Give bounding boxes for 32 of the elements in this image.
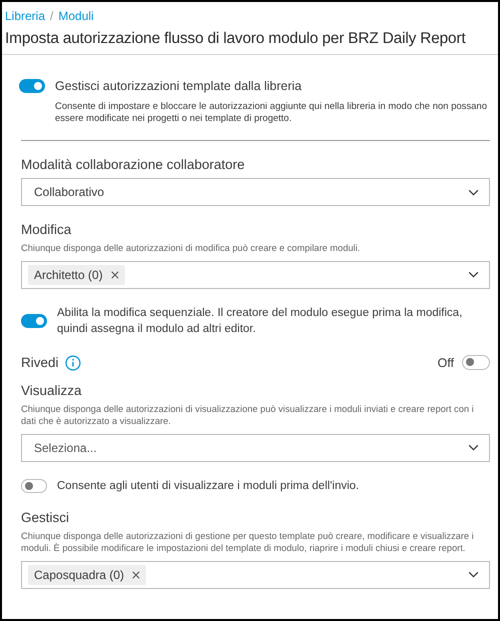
chevron-down-icon xyxy=(468,271,479,278)
section-label: Visualizza xyxy=(21,382,83,398)
page-title: Imposta autorizzazione flusso di lavoro modulo per BRZ Daily Report xyxy=(5,30,466,48)
dropdown-field[interactable]: Seleziona... xyxy=(21,434,490,462)
switch-state-text: Off xyxy=(438,356,454,370)
section-hint: Chiunque disponga delle autorizzazioni di gestione per questo template può creare, modificare e visualizzare i moduli. È possibile modificare le impostazioni del template di modulo, riaprire i moduli chiusi e creare report. xyxy=(21,530,475,554)
chevron-down-icon xyxy=(468,188,479,196)
toggle-label: Consente agli utenti di visualizzare i moduli prima dell'invio. xyxy=(57,478,359,494)
section-label: Modifica xyxy=(21,222,72,237)
toggle-switch[interactable] xyxy=(19,79,45,93)
section-label: Rivedi xyxy=(21,355,59,370)
dropdown-field[interactable]: Collaborativo xyxy=(21,178,490,206)
breadcrumb-separator: / xyxy=(50,9,54,23)
section-hint: Chiunque disponga delle autorizzazioni di modifica può creare e compilare moduli. xyxy=(21,242,362,254)
toggle-description: Consente di impostare e bloccare le autorizzazioni aggiunte qui nella libreria in modo che non possano essere modificate nei progetti o nei template di progetto. xyxy=(55,101,488,125)
tag-chip: Caposquadra (0) xyxy=(28,564,146,584)
chevron-down-icon xyxy=(468,571,479,578)
remove-icon[interactable] xyxy=(132,570,140,578)
remove-icon[interactable] xyxy=(110,270,119,278)
tag-chip: Architetto (0) xyxy=(28,264,125,284)
dropdown-field[interactable]: Caposquadra (0) xyxy=(21,560,490,588)
toggle-label: Abilita la modifica sequenziale. Il creatore del modulo esegue prima la modifica, quindi assegna il modulo ad altri editor. xyxy=(57,306,464,336)
chevron-down-icon xyxy=(468,444,479,451)
toggle-switch[interactable] xyxy=(21,314,47,328)
toggle-switch[interactable] xyxy=(21,478,47,492)
dropdown-field[interactable]: Architetto (0) xyxy=(21,260,490,288)
toggle-switch[interactable] xyxy=(462,355,490,370)
toggle-label: Gestisci autorizzazioni template dalla libreria xyxy=(55,79,302,93)
section-hint: Chiunque disponga delle autorizzazioni di visualizzazione può visualizzare i moduli inviati e creare report con i dati che è autorizzato a visualizzare. xyxy=(21,402,475,428)
info-icon[interactable] xyxy=(64,354,81,370)
section-label: Gestisci xyxy=(21,510,70,524)
section-label: Modalità collaborazione collaboratore xyxy=(21,157,246,172)
